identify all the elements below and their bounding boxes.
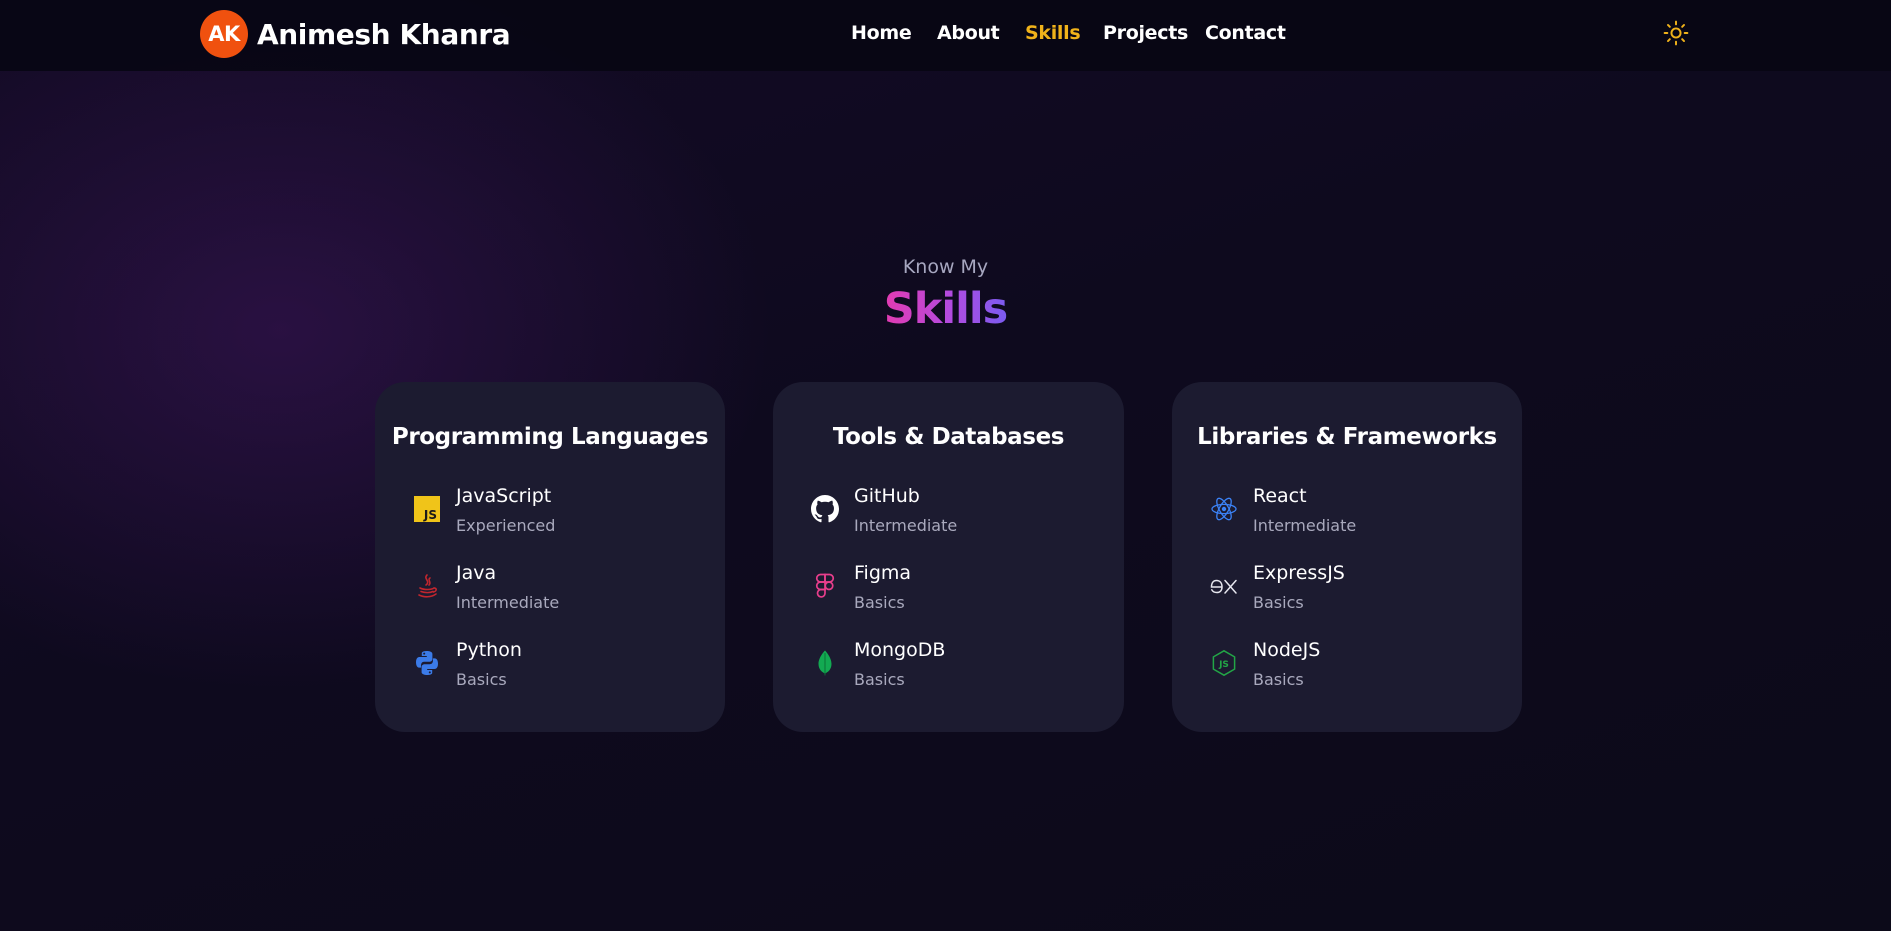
skill-name: React (1253, 485, 1307, 507)
react-icon (1211, 497, 1237, 521)
card-title: Tools & Databases (832, 424, 1065, 450)
brand-name: Animesh Khanra (257, 17, 511, 51)
skill-level: Basics (854, 670, 905, 689)
navbar: AK Animesh Khanra Home About Skills Proj… (0, 0, 1891, 71)
nav-link-about[interactable]: About (937, 22, 1000, 44)
java-icon (418, 574, 437, 598)
svg-text:JS: JS (423, 508, 437, 522)
nodejs-icon: JS (1212, 649, 1236, 677)
section-subtitle: Know My (902, 256, 989, 278)
skill-name: GitHub (854, 485, 920, 507)
skill-name: ExpressJS (1253, 562, 1345, 584)
nav-link-contact[interactable]: Contact (1205, 22, 1286, 44)
express-icon (1210, 579, 1237, 594)
skill-name: MongoDB (854, 639, 946, 661)
skill-name: JavaScript (456, 485, 552, 507)
skills-card-libraries-frameworks: Libraries & Frameworks React Intermediat… (1172, 382, 1522, 732)
nav-link-projects[interactable]: Projects (1103, 22, 1188, 44)
mongodb-icon (818, 650, 832, 676)
card-title: Programming Languages (391, 424, 709, 450)
section-title: Skills (0, 284, 1891, 334)
skill-name: Java (456, 562, 497, 584)
skill-level: Basics (854, 593, 905, 612)
skill-level: Basics (456, 670, 507, 689)
skill-name: Python (456, 639, 522, 661)
brand-logo-link[interactable]: AK Animesh Khanra (200, 10, 511, 58)
skill-level: Basics (1253, 670, 1304, 689)
skill-level: Intermediate (1253, 516, 1357, 535)
skill-name: NodeJS (1253, 639, 1321, 661)
skill-level: Experienced (456, 516, 556, 535)
theme-toggle-button[interactable] (1663, 20, 1689, 46)
sun-icon (1663, 20, 1689, 46)
nav-link-skills[interactable]: Skills (1025, 22, 1081, 44)
github-icon (811, 495, 839, 523)
skill-level: Intermediate (854, 516, 958, 535)
svg-text:JS: JS (1218, 660, 1229, 670)
nav-link-home[interactable]: Home (851, 22, 912, 44)
skill-name: Figma (854, 562, 912, 584)
skills-card-tools-databases: Tools & Databases GitHub Intermediate Fi… (773, 382, 1124, 732)
figma-icon (815, 573, 835, 598)
card-title: Libraries & Frameworks (1197, 424, 1497, 450)
section-title-text: Skills (883, 284, 1008, 334)
python-icon (416, 651, 438, 675)
skills-card-programming-languages: Programming Languages JS JavaScript Expe… (375, 382, 725, 732)
skill-level: Basics (1253, 593, 1304, 612)
javascript-icon: JS (414, 496, 440, 522)
logo-badge: AK (200, 10, 248, 58)
skill-level: Intermediate (456, 593, 560, 612)
